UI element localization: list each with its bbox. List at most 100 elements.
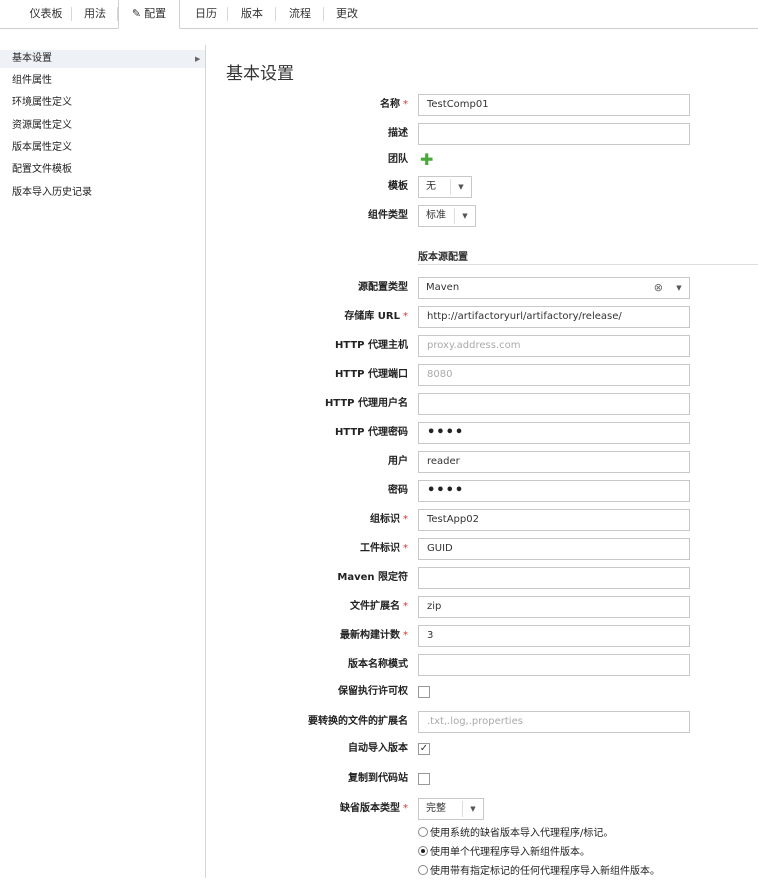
source-type-select-value: Maven [426, 282, 460, 293]
name-label: 名称 * [380, 99, 408, 110]
tab-calendar[interactable]: 日历 [184, 0, 228, 28]
sidebar-item-basic-settings[interactable]: 基本设置 ▶ [0, 50, 205, 68]
component-type-select-value: 标准 [426, 210, 446, 221]
checkmark-icon: ✓ [419, 743, 429, 754]
section-divider [418, 264, 758, 265]
required-marker: * [403, 601, 408, 612]
required-marker: * [403, 803, 408, 814]
plus-icon[interactable]: ✚ [420, 150, 433, 170]
tab-label: 仪表板 [29, 7, 63, 20]
template-select[interactable]: 无 ▼ [418, 176, 472, 198]
version-pattern-label: 版本名称模式 [348, 659, 408, 670]
user-label: 用户 [388, 456, 408, 467]
required-marker: * [403, 630, 408, 641]
tab-label: 版本 [241, 7, 263, 20]
clear-circle-icon[interactable]: ⊗ [654, 278, 663, 298]
proxy-user-label: HTTP 代理用户名 [324, 398, 408, 409]
proxy-password-input[interactable]: •••• [418, 422, 690, 444]
auto-import-label: 自动导入版本 [348, 743, 408, 754]
repo-url-input[interactable]: http://artifactoryurl/artifactory/releas… [418, 306, 690, 328]
sidebar-item-version-property-definitions[interactable]: 版本属性定义 [12, 139, 72, 157]
default-version-type-select[interactable]: 完整 ▼ [418, 798, 484, 820]
caret-down-icon: ▼ [454, 208, 475, 224]
artifact-id-label: 工件标识 * [360, 543, 408, 554]
latest-builds-input[interactable]: 3 [418, 625, 690, 647]
radio-option-single-agent[interactable]: 使用单个代理程序导入新组件版本。 [418, 845, 590, 861]
tab-usage[interactable]: 用法 [72, 0, 118, 28]
tab-label: 流程 [289, 7, 311, 20]
caret-down-icon: ▼ [450, 179, 471, 195]
radio-button[interactable] [418, 827, 428, 837]
description-label: 描述 [388, 128, 408, 139]
copy-to-codestation-label: 复制到代码站 [348, 773, 408, 784]
caret-down-icon: ▼ [462, 801, 483, 817]
tab-label: 配置 [144, 7, 167, 20]
name-input[interactable]: TestComp01 [418, 94, 690, 116]
sidebar-item-version-import-history[interactable]: 版本导入历史记录 [12, 184, 92, 202]
tab-versions[interactable]: 版本 [228, 0, 276, 28]
password-input[interactable]: •••• [418, 480, 690, 502]
radio-option-system-default[interactable]: 使用系统的缺省版本导入代理程序/标记。 [418, 826, 613, 842]
password-mask: •••• [427, 483, 465, 498]
maven-qualifier-input[interactable] [418, 567, 690, 589]
preserve-permissions-checkbox[interactable] [418, 686, 430, 698]
page-title: 基本设置 [226, 64, 294, 84]
user-input[interactable]: reader [418, 451, 690, 473]
tab-label: 日历 [195, 7, 217, 20]
group-id-label: 组标识 * [370, 514, 408, 525]
maven-qualifier-label: Maven 限定符 [337, 572, 408, 583]
radio-button[interactable] [418, 846, 428, 856]
pencil-icon: ✎ [131, 7, 142, 20]
template-select-value: 无 [426, 181, 436, 192]
proxy-port-input[interactable]: 8080 [418, 364, 690, 386]
radio-label: 使用带有指定标记的任何代理程序导入新组件版本。 [430, 866, 660, 877]
file-extension-input[interactable]: zip [418, 596, 690, 618]
password-mask: •••• [427, 425, 465, 440]
radio-label: 使用系统的缺省版本导入代理程序/标记。 [430, 828, 614, 839]
top-tab-bar: 仪表板 用法 ✎ 配置 日历 版本 流程 更改 [0, 0, 758, 29]
required-marker: * [403, 514, 408, 525]
template-label: 模板 [388, 181, 408, 192]
tab-label: 更改 [336, 7, 358, 20]
default-version-type-value: 完整 [426, 803, 446, 814]
caret-down-icon: ▼ [676, 284, 682, 292]
latest-builds-label: 最新构建计数 * [340, 630, 408, 641]
group-id-input[interactable]: TestApp02 [418, 509, 690, 531]
repo-url-label: 存储库 URL * [344, 311, 408, 322]
required-marker: * [403, 311, 408, 322]
copy-to-codestation-checkbox[interactable] [418, 773, 430, 785]
version-source-section-title: 版本源配置 [418, 252, 468, 263]
sidebar-item-component-properties[interactable]: 组件属性 [12, 72, 52, 90]
version-pattern-input[interactable] [418, 654, 690, 676]
proxy-user-input[interactable] [418, 393, 690, 415]
component-type-select[interactable]: 标准 ▼ [418, 205, 476, 227]
artifact-id-input[interactable]: GUID [418, 538, 690, 560]
tab-changes[interactable]: 更改 [324, 0, 370, 28]
default-version-type-label: 缺省版本类型 * [340, 803, 408, 814]
proxy-host-input[interactable]: proxy.address.com [418, 335, 690, 357]
convert-extensions-input[interactable]: .txt,.log,.properties [418, 711, 690, 733]
tab-processes[interactable]: 流程 [276, 0, 324, 28]
tab-configuration[interactable]: ✎ 配置 [118, 0, 180, 29]
source-type-select[interactable]: Maven ⊗ ▼ [418, 277, 690, 299]
sidebar-item-environment-property-definitions[interactable]: 环境属性定义 [12, 94, 72, 112]
tab-label: 用法 [84, 7, 106, 20]
required-marker: * [403, 99, 408, 110]
radio-button[interactable] [418, 865, 428, 875]
file-extension-label: 文件扩展名 * [350, 601, 408, 612]
sidebar-item-resource-property-definitions[interactable]: 资源属性定义 [12, 117, 72, 135]
auto-import-checkbox[interactable]: ✓ [418, 743, 430, 755]
sidebar-item-label: 基本设置 [12, 53, 52, 64]
proxy-host-label: HTTP 代理主机 [334, 340, 408, 351]
team-label: 团队 [388, 154, 408, 165]
convert-extensions-label: 要转换的文件的扩展名 [308, 716, 408, 727]
proxy-port-label: HTTP 代理端口 [334, 369, 408, 380]
chevron-right-icon: ▶ [195, 55, 201, 63]
proxy-password-label: HTTP 代理密码 [334, 427, 408, 438]
preserve-permissions-label: 保留执行许可权 [338, 686, 408, 697]
description-input[interactable] [418, 123, 690, 145]
sidebar-item-config-templates[interactable]: 配置文件模板 [12, 161, 72, 179]
component-type-label: 组件类型 [368, 210, 408, 221]
tab-dashboard[interactable]: 仪表板 [20, 0, 72, 28]
source-type-label: 源配置类型 [358, 282, 408, 293]
